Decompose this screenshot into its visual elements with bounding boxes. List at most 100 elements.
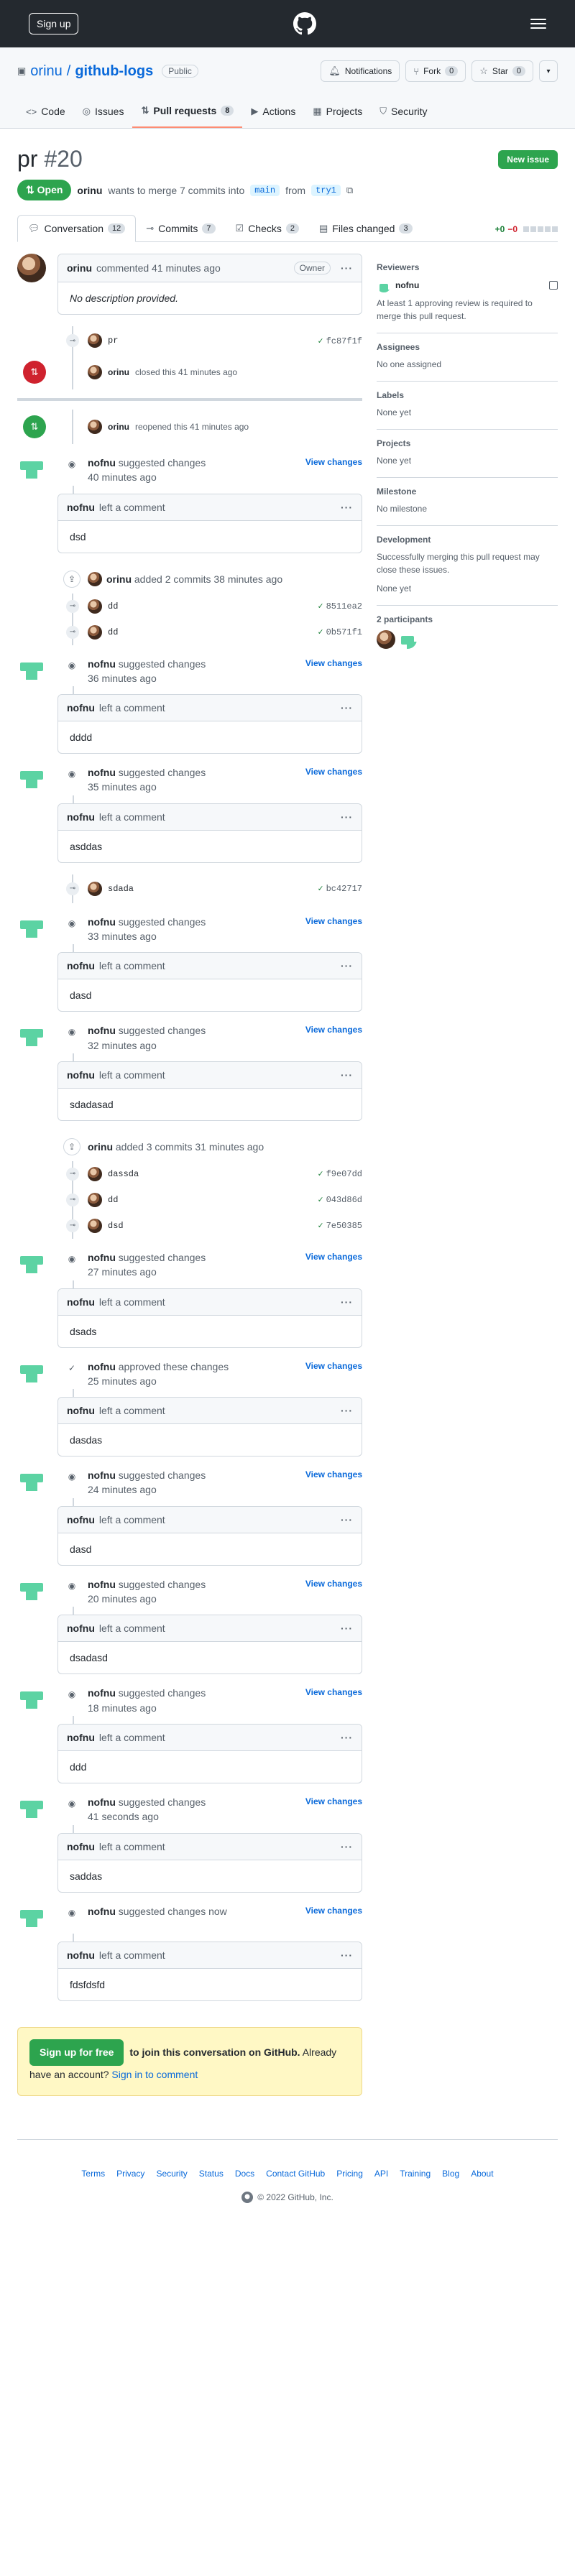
view-changes-button[interactable]: View changes — [305, 916, 362, 926]
star-button[interactable]: ☆ Star 0 — [472, 60, 533, 82]
review-author[interactable]: nofnu — [88, 1906, 116, 1917]
avatar[interactable] — [88, 599, 102, 614]
view-changes-button[interactable]: View changes — [305, 1687, 362, 1697]
tab-pull-requests[interactable]: ⇅ Pull requests 8 — [132, 95, 243, 128]
comment-author[interactable]: nofnu — [67, 1949, 95, 1961]
avatar[interactable] — [17, 456, 46, 484]
commit-message[interactable]: dsd — [108, 1221, 124, 1231]
review-author[interactable]: nofnu — [88, 1579, 116, 1590]
repo-name-link[interactable]: github-logs — [75, 63, 153, 80]
avatar[interactable] — [17, 1023, 46, 1053]
view-changes-button[interactable]: View changes — [305, 658, 362, 668]
avatar[interactable] — [17, 1250, 46, 1279]
kebab-menu-icon[interactable]: ··· — [341, 1622, 353, 1634]
pr-author-link[interactable]: orinu — [77, 185, 102, 196]
new-issue-button[interactable]: New issue — [498, 149, 558, 169]
comment-author[interactable]: nofnu — [67, 811, 95, 823]
view-changes-button[interactable]: View changes — [305, 457, 362, 467]
footer-link[interactable]: Security — [156, 2169, 187, 2179]
kebab-menu-icon[interactable]: ··· — [341, 1405, 353, 1416]
fork-button[interactable]: ⑂ Fork 0 — [405, 60, 466, 82]
base-branch[interactable]: main — [250, 184, 280, 196]
avatar[interactable] — [17, 1903, 46, 1933]
footer-link[interactable]: Privacy — [116, 2169, 144, 2179]
avatar[interactable] — [88, 624, 102, 640]
footer-link[interactable]: Pricing — [336, 2169, 363, 2179]
kebab-menu-icon[interactable]: ··· — [341, 1841, 353, 1852]
commit-sha[interactable]: 0b571f1 — [326, 627, 362, 637]
kebab-menu-icon[interactable]: ··· — [341, 1514, 353, 1525]
tab-security[interactable]: ⛉ Security — [371, 95, 436, 128]
review-author[interactable]: nofnu — [88, 1796, 116, 1808]
commit-sha[interactable]: 8511ea2 — [326, 601, 362, 611]
view-changes-button[interactable]: View changes — [305, 1252, 362, 1262]
copy-icon[interactable]: ⧉ — [346, 185, 353, 196]
menu-icon[interactable] — [530, 19, 546, 29]
push-author[interactable]: orinu — [88, 1141, 113, 1153]
kebab-menu-icon[interactable]: ··· — [341, 1732, 353, 1743]
view-changes-button[interactable]: View changes — [305, 1579, 362, 1589]
kebab-menu-icon[interactable]: ··· — [341, 262, 353, 274]
avatar[interactable] — [88, 333, 102, 348]
commit-message[interactable]: dd — [108, 627, 118, 637]
star-dropdown-button[interactable]: ▾ — [539, 60, 558, 82]
avatar[interactable] — [88, 1192, 102, 1207]
github-logo-icon[interactable] — [293, 12, 316, 35]
avatar[interactable] — [17, 656, 46, 685]
kebab-menu-icon[interactable]: ··· — [341, 1949, 353, 1961]
event-author[interactable]: orinu — [108, 422, 129, 432]
avatar[interactable] — [377, 278, 391, 292]
footer-link[interactable]: Status — [199, 2169, 224, 2179]
tab-issues[interactable]: ◎ Issues — [74, 95, 133, 128]
avatar[interactable] — [17, 254, 46, 282]
review-author[interactable]: nofnu — [88, 658, 116, 670]
avatar[interactable] — [17, 1359, 46, 1388]
commit-sha[interactable]: f9e07dd — [326, 1169, 362, 1179]
comment-author[interactable]: orinu — [67, 262, 92, 274]
tab-checks[interactable]: ☑ Checks 2 — [226, 216, 309, 241]
event-author[interactable]: orinu — [108, 367, 129, 377]
signup-free-button[interactable]: Sign up for free — [29, 2039, 124, 2066]
reviewer-name[interactable]: nofnu — [395, 280, 419, 290]
kebab-menu-icon[interactable]: ··· — [341, 1296, 353, 1308]
review-author[interactable]: nofnu — [88, 1361, 116, 1372]
avatar[interactable] — [88, 1218, 102, 1233]
footer-link[interactable]: Blog — [442, 2169, 459, 2179]
avatar[interactable] — [17, 1576, 46, 1606]
footer-link[interactable]: Training — [400, 2169, 431, 2179]
view-changes-button[interactable]: View changes — [305, 1906, 362, 1916]
head-branch[interactable]: try1 — [311, 184, 341, 196]
tab-code[interactable]: <> Code — [17, 95, 74, 128]
commit-sha[interactable]: bc42717 — [326, 884, 362, 894]
tab-actions[interactable]: ▶ Actions — [242, 95, 304, 128]
commit-message[interactable]: sdada — [108, 884, 134, 894]
push-author[interactable]: orinu — [106, 573, 132, 585]
kebab-menu-icon[interactable]: ··· — [341, 960, 353, 971]
review-author[interactable]: nofnu — [88, 916, 116, 928]
tab-projects[interactable]: ▦ Projects — [304, 95, 371, 128]
review-author[interactable]: nofnu — [88, 1469, 116, 1481]
avatar[interactable] — [88, 420, 102, 434]
review-author[interactable]: nofnu — [88, 457, 116, 468]
avatar[interactable] — [88, 571, 102, 586]
avatar[interactable] — [88, 365, 102, 379]
view-changes-button[interactable]: View changes — [305, 1796, 362, 1806]
avatar[interactable] — [398, 630, 417, 649]
repo-owner-link[interactable]: orinu — [30, 63, 62, 80]
notifications-button[interactable]: 🔔︎ Notifications — [321, 60, 400, 82]
avatar[interactable] — [88, 881, 102, 896]
footer-link[interactable]: Docs — [235, 2169, 254, 2179]
commit-message[interactable]: dd — [108, 1195, 118, 1205]
tab-commits[interactable]: ⊸ Commits 7 — [136, 216, 225, 241]
view-changes-button[interactable]: View changes — [305, 1469, 362, 1479]
avatar[interactable] — [17, 1468, 46, 1497]
footer-link[interactable]: Contact GitHub — [266, 2169, 325, 2179]
footer-link[interactable]: Terms — [81, 2169, 105, 2179]
comment-author[interactable]: nofnu — [67, 1405, 95, 1416]
comment-author[interactable]: nofnu — [67, 1622, 95, 1634]
kebab-menu-icon[interactable]: ··· — [341, 502, 353, 513]
comment-author[interactable]: nofnu — [67, 702, 95, 714]
signin-link[interactable]: Sign in to comment — [111, 2069, 198, 2080]
review-author[interactable]: nofnu — [88, 1687, 116, 1699]
avatar[interactable] — [377, 630, 395, 649]
